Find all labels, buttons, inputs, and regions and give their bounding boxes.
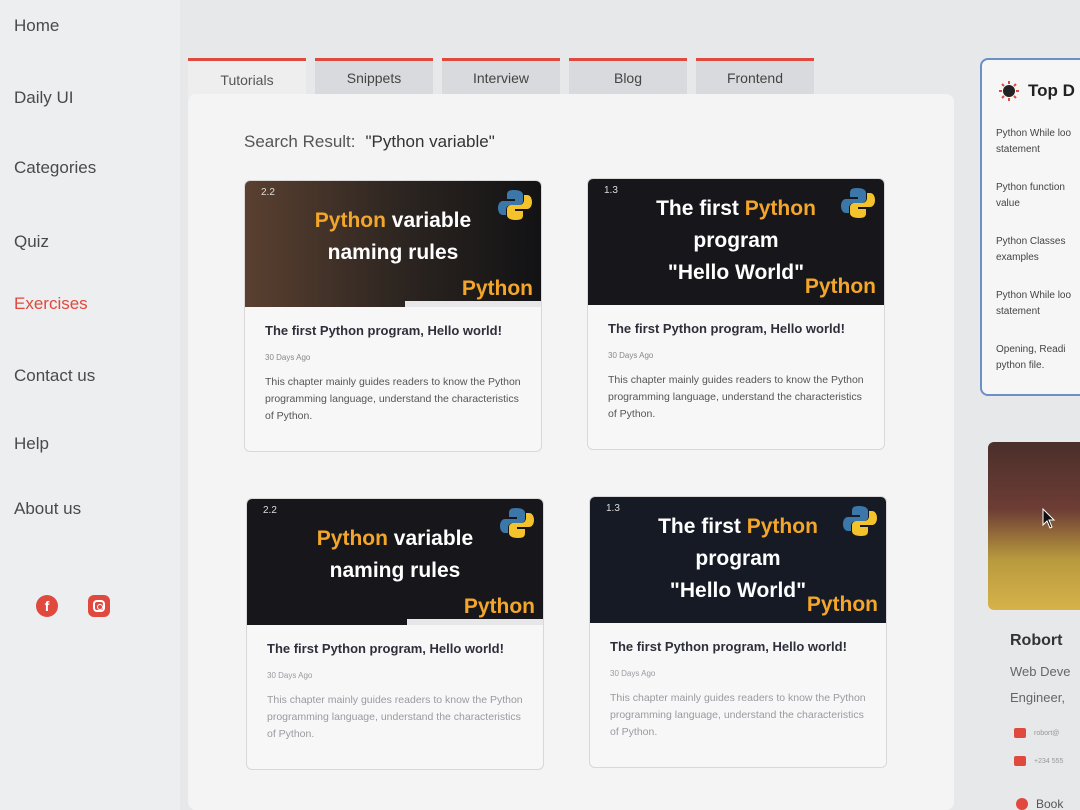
book-icon [1016,798,1028,810]
card-date: 30 Days Ago [267,671,313,680]
nav-help[interactable]: Help [14,434,49,454]
card-title[interactable]: The first Python program, Hello world! [265,321,521,341]
tab-blog[interactable]: Blog [569,58,687,94]
top-post-line: Python While loo [996,128,1072,139]
tab-snippets[interactable]: Snippets [315,58,433,94]
top-post-item[interactable]: Python Classes examples [996,234,1080,266]
top-post-line: Python While loo [996,290,1072,301]
card-thumbnail: 2.2 Python variable naming rules Python [245,181,541,307]
mail-icon [1014,728,1026,738]
top-post-line: examples [996,252,1039,263]
card-thumbnail: 1.3 The first Python program "Hello Worl… [590,497,886,623]
card-description: This chapter mainly guides readers to kn… [265,376,521,422]
thumb-text: The first [658,515,747,538]
thumb-text: variable [385,209,472,232]
search-result-label: Search Result: [244,132,356,151]
article-card[interactable]: 2.2 Python variable naming rules Python … [244,180,542,452]
card-badge: 2.2 [261,187,275,198]
top-posts-title: Top D [1028,81,1075,100]
thumb-text: naming rules [329,559,461,582]
profile-image [988,442,1080,610]
card-badge: 2.2 [263,505,277,516]
nav-exercises[interactable]: Exercises [14,294,88,314]
book-button[interactable]: Book [1016,797,1063,810]
article-card[interactable]: 2.2 Python variable naming rules Python … [246,498,544,770]
email-text: robort@ [1034,729,1060,737]
thumb-highlight-text: Python [314,209,386,232]
phone-text: +234 555 [1034,757,1064,765]
card-date: 30 Days Ago [265,353,311,362]
star-icon [999,81,1019,101]
top-post-item[interactable]: Opening, Readi python file. [996,342,1080,374]
thumb-text: variable [387,527,474,550]
profile-email[interactable]: robort@ [1014,728,1059,738]
top-post-item[interactable]: Python While loo statement [996,126,1080,158]
top-post-line: Opening, Readi [996,344,1066,355]
nav-about-us[interactable]: About us [14,499,81,519]
category-tabs: Tutorials Snippets Interview Blog Fronte… [188,58,814,98]
mouse-cursor-icon [1042,508,1056,529]
search-query: "Python variable" [365,132,495,151]
thumb-strip [405,301,541,307]
top-post-item[interactable]: Python While loo statement [996,288,1080,320]
top-post-line: value [996,198,1020,209]
profile-name: Robort [1010,632,1063,649]
thumb-text: "Hello World" [667,261,805,284]
top-post-line: Python Classes [996,236,1066,247]
thumb-highlight-text: Python [744,197,816,220]
thumb-text: "Hello World" [669,579,807,602]
card-description: This chapter mainly guides readers to kn… [608,374,864,420]
profile-role: Engineer, [1010,690,1065,705]
nav-categories[interactable]: Categories [14,158,96,178]
instagram-icon[interactable] [88,595,110,617]
nav-contact-us[interactable]: Contact us [14,366,95,386]
search-result-heading: Search Result: "Python variable" [244,132,495,152]
card-thumbnail: 2.2 Python variable naming rules Python [247,499,543,625]
top-post-item[interactable]: Python function value [996,180,1080,212]
nav-quiz[interactable]: Quiz [14,232,49,252]
nav-home[interactable]: Home [14,16,59,36]
top-post-line: statement [996,144,1040,155]
profile-phone[interactable]: +234 555 [1014,756,1063,766]
nav-daily-ui[interactable]: Daily UI [14,88,74,108]
article-card[interactable]: 1.3 The first Python program "Hello Worl… [587,178,885,450]
thumb-text: program [693,229,779,252]
card-date: 30 Days Ago [610,669,656,678]
tab-tutorials[interactable]: Tutorials [188,58,306,98]
card-thumbnail-title: Python variable naming rules [245,205,541,269]
top-posts-panel: Top D Python While loo statement Python … [980,58,1080,396]
left-sidebar: Home Daily UI Categories Quiz Exercises … [0,0,180,810]
book-label: Book [1036,797,1064,810]
profile-role: Web Deve [1010,664,1071,679]
card-date: 30 Days Ago [608,351,654,360]
thumb-strip [407,619,543,625]
thumb-python-label: Python [806,593,878,616]
phone-icon [1014,756,1026,766]
card-thumbnail-title: Python variable naming rules [247,523,543,587]
tab-frontend[interactable]: Frontend [696,58,814,94]
tab-interview[interactable]: Interview [442,58,560,94]
thumb-python-label: Python [804,275,876,298]
card-title[interactable]: The first Python program, Hello world! [610,637,866,657]
thumb-python-label: Python [461,277,533,300]
card-title[interactable]: The first Python program, Hello world! [267,639,523,659]
top-post-line: Python function [996,182,1065,193]
article-card[interactable]: 1.3 The first Python program "Hello Worl… [589,496,887,768]
top-posts-header: Top D [998,80,1075,102]
main-panel: Search Result: "Python variable" 2.2 Pyth… [188,94,954,810]
thumb-highlight-text: Python [746,515,818,538]
card-title[interactable]: The first Python program, Hello world! [608,319,864,339]
thumb-text: program [695,547,781,570]
thumb-text: The first [656,197,745,220]
top-post-line: statement [996,306,1040,317]
card-thumbnail: 1.3 The first Python program "Hello Worl… [588,179,884,305]
thumb-python-label: Python [463,595,535,618]
thumb-highlight-text: Python [316,527,388,550]
social-links: f [36,595,110,617]
thumb-text: naming rules [327,241,459,264]
top-post-line: python file. [996,360,1045,371]
card-description: This chapter mainly guides readers to kn… [610,692,866,738]
facebook-icon[interactable]: f [36,595,58,617]
card-description: This chapter mainly guides readers to kn… [267,694,523,740]
